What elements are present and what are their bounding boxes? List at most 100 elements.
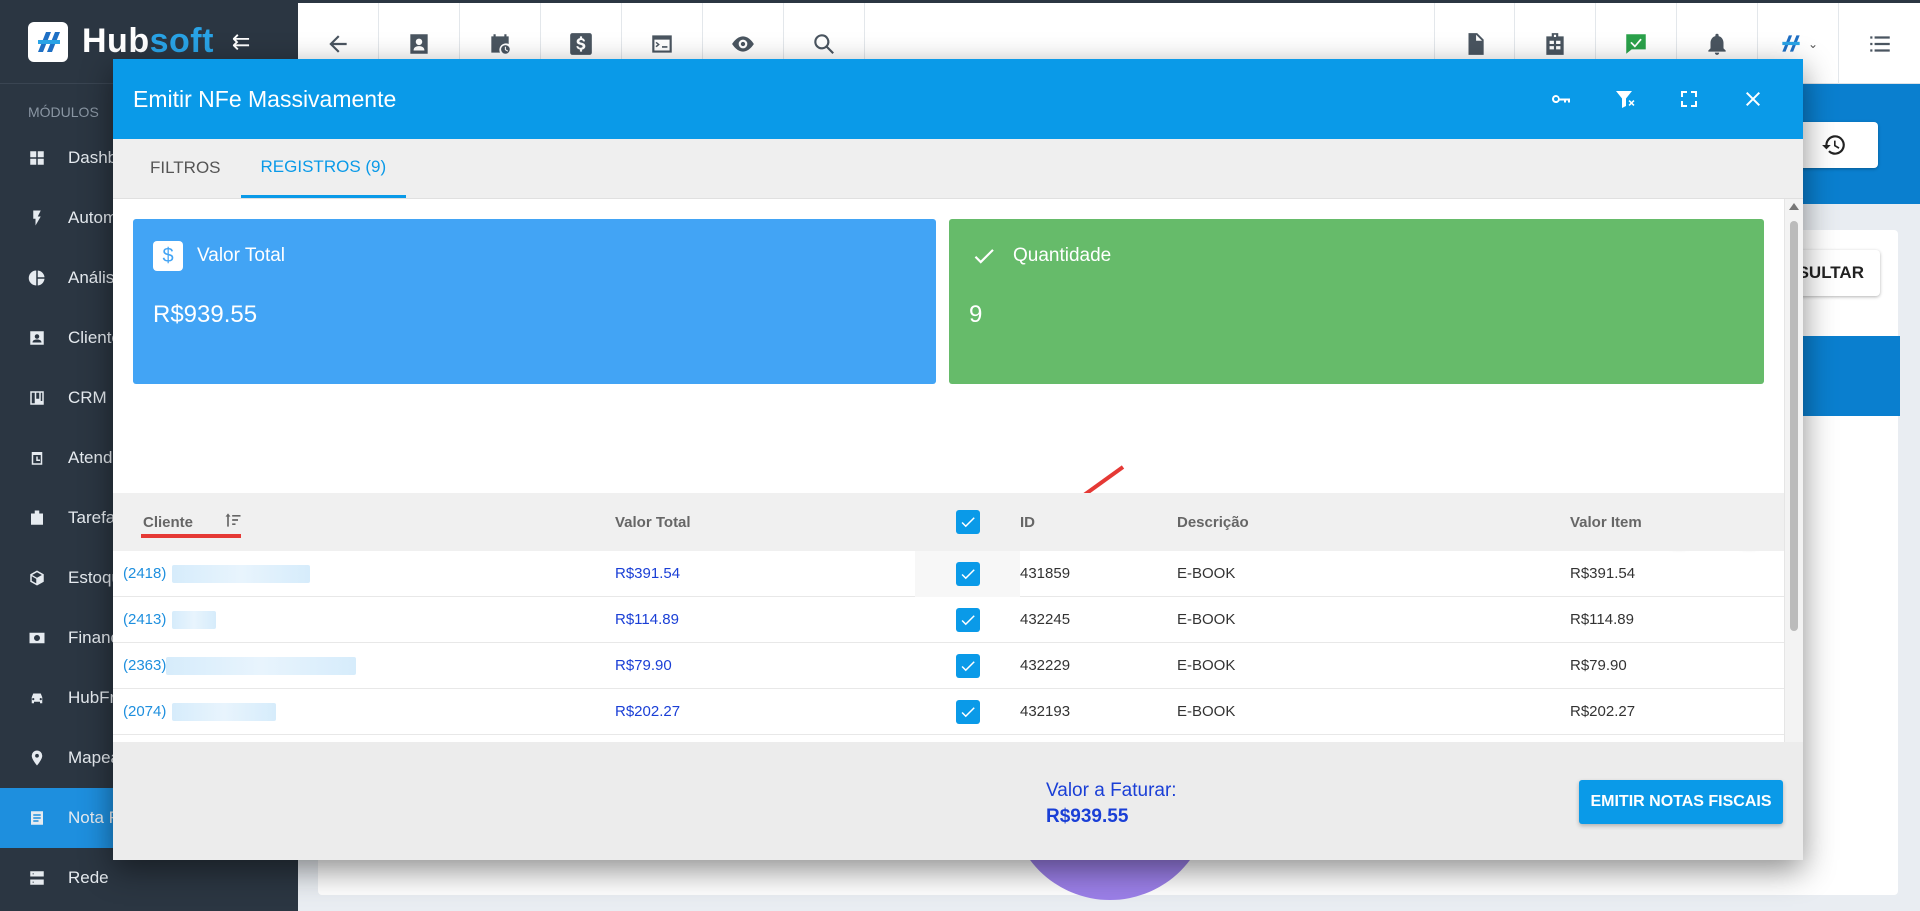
history-button[interactable] <box>1790 122 1878 168</box>
id-cell: 431859 <box>1020 565 1071 582</box>
redacted-name <box>172 702 277 721</box>
scroll-up-arrow-icon[interactable] <box>1789 203 1799 210</box>
check-icon <box>969 241 999 271</box>
clients-icon <box>28 329 46 347</box>
check-icon <box>961 706 975 717</box>
row-checkbox[interactable] <box>955 699 980 724</box>
cliente-sort[interactable]: Cliente <box>141 510 243 538</box>
column-select-all[interactable] <box>915 510 1020 534</box>
row-select[interactable] <box>915 653 1020 678</box>
hubsoft-logo-icon <box>28 21 68 62</box>
red-underline-annotation <box>141 534 241 538</box>
row-select[interactable] <box>915 699 1020 724</box>
cliente-link[interactable]: (2418) <box>123 565 166 582</box>
sidebar-item-label: CRM <box>68 388 107 407</box>
fullscreen-button[interactable] <box>1657 59 1721 139</box>
table-row: (2363) R$79.90 432229 E-BOOK R$79.90 <box>113 643 1784 689</box>
sidebar-item-label: Tarefa <box>68 508 116 527</box>
column-cliente[interactable]: Cliente <box>113 510 615 538</box>
column-descricao[interactable]: Descrição <box>1177 514 1570 531</box>
calendar-clock-icon <box>491 33 510 54</box>
cliente-link[interactable]: (2363) <box>123 657 166 674</box>
sort-icon[interactable] <box>223 510 243 534</box>
row-select[interactable] <box>915 550 1020 597</box>
close-button[interactable] <box>1721 59 1785 139</box>
quantidade-label: Quantidade <box>1013 245 1112 266</box>
close-icon <box>1746 92 1760 106</box>
quantidade-value: 9 <box>969 301 983 328</box>
valor-item-cell: R$202.27 <box>1570 703 1636 720</box>
valor-link[interactable]: R$79.90 <box>615 657 672 674</box>
document-icon <box>28 809 46 827</box>
valor-item-cell: R$114.89 <box>1570 611 1634 628</box>
avatar-logo-icon <box>1782 34 1800 52</box>
modal-tabs: FILTROS REGISTROS (9) <box>113 139 1803 199</box>
search-icon <box>814 33 834 54</box>
automation-icon <box>28 209 46 227</box>
cliente-cell[interactable]: (2074) <box>113 702 615 721</box>
sidebar-item-label: Financ <box>68 628 120 647</box>
cliente-link[interactable]: (2413) <box>123 611 166 628</box>
column-valor-item[interactable]: Valor Item <box>1570 514 1784 531</box>
tab-filtros[interactable]: FILTROS <box>130 138 241 198</box>
valor-link[interactable]: R$114.89 <box>615 611 679 628</box>
arrow-left-icon <box>329 34 347 53</box>
sidebar-item-label: HubFr <box>68 688 116 707</box>
cliente-link[interactable]: (2074) <box>123 703 166 720</box>
valor-faturar-value: R$939.55 <box>1046 806 1129 827</box>
id-cell: 432229 <box>1020 657 1071 674</box>
id-cell: 432245 <box>1020 611 1071 628</box>
key-icon <box>1551 94 1570 103</box>
inventory-icon <box>28 569 46 587</box>
sidebar-item-label: Rede <box>68 868 109 887</box>
valor-link[interactable]: R$391.54 <box>615 565 680 582</box>
cliente-cell[interactable]: (2363) <box>113 656 615 675</box>
column-id[interactable]: ID <box>1020 514 1177 531</box>
id-cell: 432193 <box>1020 703 1071 720</box>
tab-registros[interactable]: REGISTROS (9) <box>240 138 407 198</box>
finance-icon <box>28 629 46 647</box>
collapse-sidebar-icon[interactable]: ⇇ <box>232 29 250 55</box>
table-row: (2413) R$114.89 432245 E-BOOK R$114.89 <box>113 597 1784 643</box>
valor-link[interactable]: R$202.27 <box>615 703 680 720</box>
descricao-cell: E-BOOK <box>1177 703 1236 720</box>
descricao-cell: E-BOOK <box>1177 565 1236 582</box>
key-button[interactable] <box>1529 59 1593 139</box>
background-card-band <box>1800 336 1900 416</box>
quantidade-header: Quantidade <box>969 241 1744 271</box>
check-icon <box>961 517 975 528</box>
emitir-notas-button[interactable]: EMITIR NOTAS FISCAIS <box>1579 780 1783 824</box>
history-icon <box>1822 135 1845 155</box>
check-icon <box>961 568 975 579</box>
menu-list-button[interactable] <box>1839 3 1920 84</box>
app-logo-text: Hubsoft <box>82 22 214 60</box>
row-checkbox[interactable] <box>955 653 980 678</box>
valor-cell: R$391.54 <box>615 565 915 582</box>
contact-card-icon <box>410 33 428 54</box>
modal-scrollbar[interactable] <box>1784 199 1803 800</box>
table-row: (2074) R$202.27 432193 E-BOOK R$202.27 <box>113 689 1784 735</box>
column-valor-total[interactable]: Valor Total <box>615 514 915 531</box>
list-icon <box>1869 35 1890 52</box>
analytics-icon <box>28 269 46 287</box>
sidebar-item-label: Dashb <box>68 148 118 167</box>
valor-item-cell: R$391.54 <box>1570 565 1636 582</box>
valor-total-card: $ Valor Total R$939.55 <box>133 219 936 384</box>
row-select[interactable] <box>915 607 1020 632</box>
valor-total-label: Valor Total <box>197 245 286 266</box>
eye-icon <box>732 35 754 52</box>
descricao-cell: E-BOOK <box>1177 611 1236 628</box>
valor-faturar-label: Valor a Faturar: <box>1046 780 1177 801</box>
row-checkbox[interactable] <box>955 561 980 586</box>
valor-cell: R$79.90 <box>615 657 915 674</box>
clear-filter-button[interactable] <box>1593 59 1657 139</box>
cliente-cell[interactable]: (2413) <box>113 610 615 629</box>
car-icon <box>28 689 46 707</box>
terminal-icon <box>652 34 672 53</box>
select-all-checkbox[interactable] <box>955 510 980 534</box>
row-checkbox[interactable] <box>955 607 980 632</box>
registros-table: Cliente Valor Total ID Descrição Valor I… <box>113 493 1784 735</box>
cliente-cell[interactable]: (2418) <box>113 564 615 583</box>
scroll-thumb[interactable] <box>1790 221 1798 631</box>
redacted-name <box>166 656 357 675</box>
